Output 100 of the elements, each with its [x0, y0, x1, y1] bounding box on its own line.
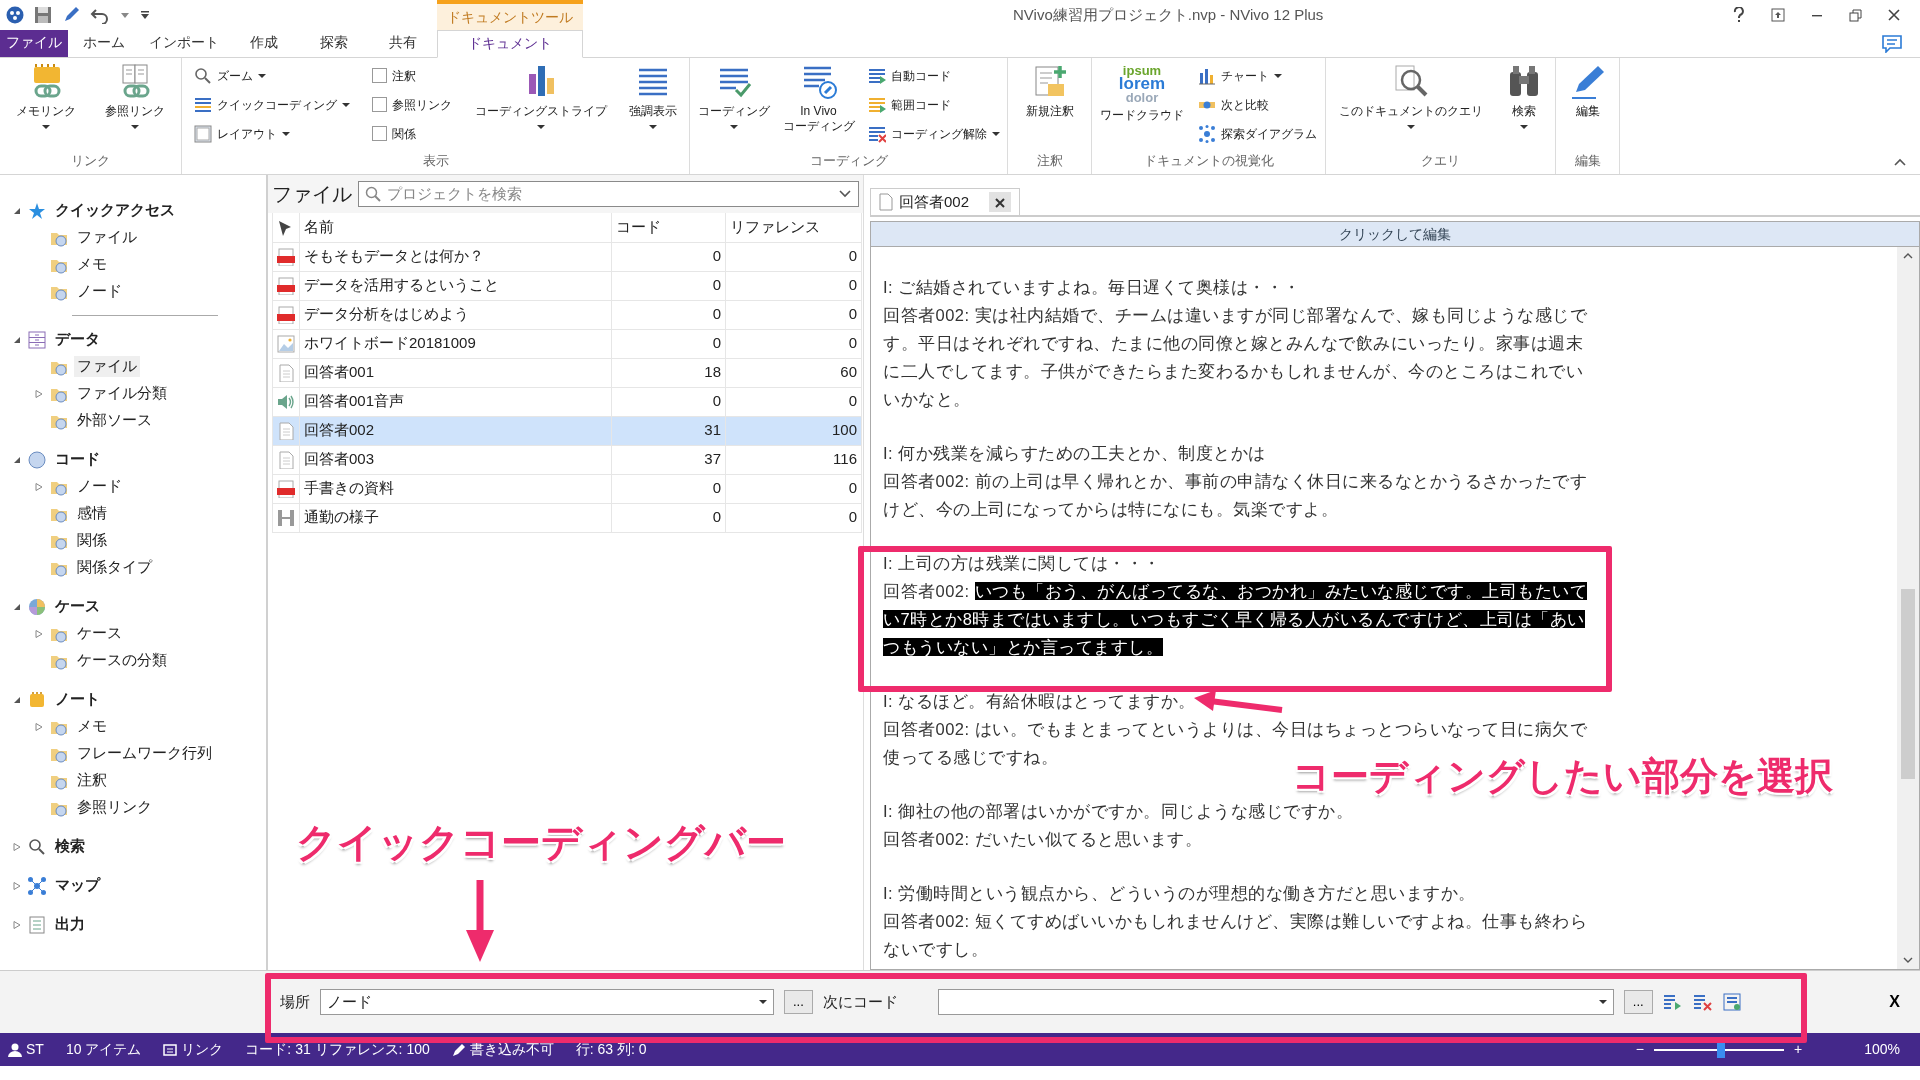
collapsed-icon[interactable] [35, 389, 43, 398]
nav-item[interactable]: 注釈 [74, 769, 110, 792]
expanded-icon[interactable] [13, 455, 21, 464]
nav-section[interactable]: 出力 [52, 913, 88, 936]
file-name[interactable]: 手書きの資料 [299, 474, 612, 503]
file-name[interactable]: 回答者001音声 [299, 387, 612, 416]
nav-section[interactable]: マップ [52, 874, 103, 897]
ribbon-button[interactable]: In Vivo コーディング [779, 62, 858, 136]
zoom-in-button[interactable]: + [1794, 1039, 1803, 1060]
checkbox-option[interactable]: 参照リンク [369, 93, 456, 116]
location-dropdown[interactable]: ノード [320, 989, 774, 1015]
ribbon-button[interactable]: コーディングストライプ [471, 62, 610, 131]
collapsed-icon[interactable] [35, 482, 43, 491]
restore-icon[interactable] [1849, 8, 1862, 22]
code-dropdown[interactable] [937, 989, 1614, 1015]
nav-item[interactable]: 感情 [74, 502, 110, 525]
zoom-out-button[interactable]: − [1635, 1039, 1644, 1060]
checkbox-option[interactable]: 関係 [369, 122, 456, 145]
ribbon-button[interactable]: 自動コード [864, 64, 1003, 87]
file-name[interactable]: 通勤の様子 [299, 503, 612, 532]
nav-item[interactable]: ケース [74, 622, 125, 645]
nav-section[interactable]: クイックアクセス [52, 199, 178, 222]
ribbon-button[interactable]: 検索 [1503, 62, 1546, 131]
scrollbar[interactable] [1897, 247, 1919, 969]
scroll-down-icon[interactable] [1903, 957, 1913, 963]
collapsed-icon[interactable] [13, 920, 21, 929]
ribbon-tab[interactable]: ホーム [68, 30, 140, 57]
ribbon-button[interactable]: ipsum lorem dolor ワードクラウド [1097, 62, 1187, 125]
ribbon-button[interactable]: メモリンク [12, 62, 79, 131]
uncode-icon[interactable] [1692, 993, 1713, 1011]
ribbon-button[interactable]: 範囲コード [864, 93, 1003, 116]
file-name[interactable]: データを活用するということ [299, 271, 612, 300]
nav-item[interactable]: ファイル [74, 355, 140, 378]
ribbon-button[interactable]: チャート [1195, 64, 1320, 87]
expanded-icon[interactable] [13, 602, 21, 611]
ribbon-button[interactable]: 探索ダイアグラム [1195, 122, 1320, 145]
collapsed-icon[interactable] [13, 881, 21, 890]
undo-icon[interactable] [90, 6, 110, 24]
customize-icon[interactable] [140, 10, 150, 20]
ribbon-button[interactable]: このドキュメントのクエリ [1335, 62, 1486, 131]
close-tab-button[interactable] [989, 192, 1012, 212]
ribbon-button[interactable]: 強調表示 [625, 62, 680, 131]
browse-button[interactable]: ... [1623, 990, 1653, 1014]
ribbon-display-icon[interactable] [1771, 8, 1785, 22]
file-name[interactable]: 回答者003 [299, 445, 612, 474]
code-list-icon[interactable] [1722, 993, 1743, 1011]
close-button[interactable]: X [1883, 989, 1906, 1015]
nav-item[interactable]: ファイル [74, 226, 140, 249]
save-icon[interactable] [34, 6, 52, 24]
nav-item[interactable]: ノード [74, 475, 125, 498]
ribbon-tab[interactable]: 作成 [228, 30, 300, 57]
browse-button[interactable]: ... [784, 990, 813, 1014]
collapsed-icon[interactable] [13, 842, 21, 851]
ribbon-tab[interactable]: インポート [140, 30, 228, 57]
column-header[interactable]: コード [611, 213, 726, 242]
file-name[interactable]: データ分析をはじめよう [299, 300, 612, 329]
scrollbar-thumb[interactable] [1901, 589, 1915, 779]
nav-section[interactable]: ケース [52, 595, 103, 618]
ribbon-tab[interactable]: 共有 [368, 30, 437, 57]
nav-section[interactable]: 検索 [52, 835, 88, 858]
file-name[interactable]: 回答者002 [299, 416, 612, 445]
ribbon-tab[interactable]: ドキュメント [437, 30, 583, 58]
nav-section[interactable]: ノート [52, 688, 103, 711]
ribbon-button[interactable]: コーディング解除 [864, 122, 1003, 145]
app-logo-icon[interactable] [6, 6, 24, 24]
checkbox-option[interactable]: 注釈 [369, 64, 456, 87]
ribbon-button[interactable]: コーディング [694, 62, 773, 131]
nav-section[interactable]: データ [52, 328, 103, 351]
pen-icon[interactable] [62, 6, 80, 24]
collapse-ribbon-icon[interactable] [1894, 158, 1906, 166]
ribbon-tab[interactable]: 探索 [300, 30, 368, 57]
nav-item[interactable]: 関係 [74, 529, 110, 552]
nav-item[interactable]: メモ [74, 715, 110, 738]
column-header[interactable]: 名前 [299, 213, 612, 242]
expanded-icon[interactable] [13, 335, 21, 344]
ribbon-button[interactable]: ズーム [191, 64, 354, 87]
file-name[interactable]: そもそもデータとは何か？ [299, 242, 612, 271]
file-name[interactable]: ホワイトボード20181009 [299, 329, 612, 358]
edit-bar[interactable]: クリックして編集 [870, 221, 1920, 247]
nav-item[interactable]: 参照リンク [74, 796, 155, 819]
ribbon-button[interactable]: クイックコーディング [191, 93, 354, 116]
ribbon-button[interactable]: レイアウト [191, 122, 354, 145]
chevron-down-icon[interactable] [839, 190, 851, 198]
close-icon[interactable] [1888, 9, 1900, 21]
expanded-icon[interactable] [13, 206, 21, 215]
document-tab[interactable]: 回答者002 [870, 187, 1021, 215]
scroll-up-icon[interactable] [1903, 253, 1913, 259]
column-header[interactable]: リファレンス [725, 213, 862, 242]
collapsed-icon[interactable] [35, 629, 43, 638]
nav-item[interactable]: ノード [74, 280, 125, 303]
code-selection-icon[interactable] [1662, 993, 1683, 1011]
ribbon-button[interactable]: 新規注釈 [1022, 62, 1077, 121]
nav-item[interactable]: 外部ソース [74, 409, 155, 432]
nav-item[interactable]: ファイル分類 [74, 382, 170, 405]
ribbon-button[interactable]: 次と比較 [1195, 93, 1320, 116]
dropdown-icon[interactable] [120, 10, 130, 20]
nav-section[interactable]: コード [52, 448, 103, 471]
file-name[interactable]: 回答者001 [299, 358, 612, 387]
ribbon-tab[interactable]: ファイル [0, 30, 68, 57]
nav-item[interactable]: 関係タイプ [74, 556, 155, 579]
